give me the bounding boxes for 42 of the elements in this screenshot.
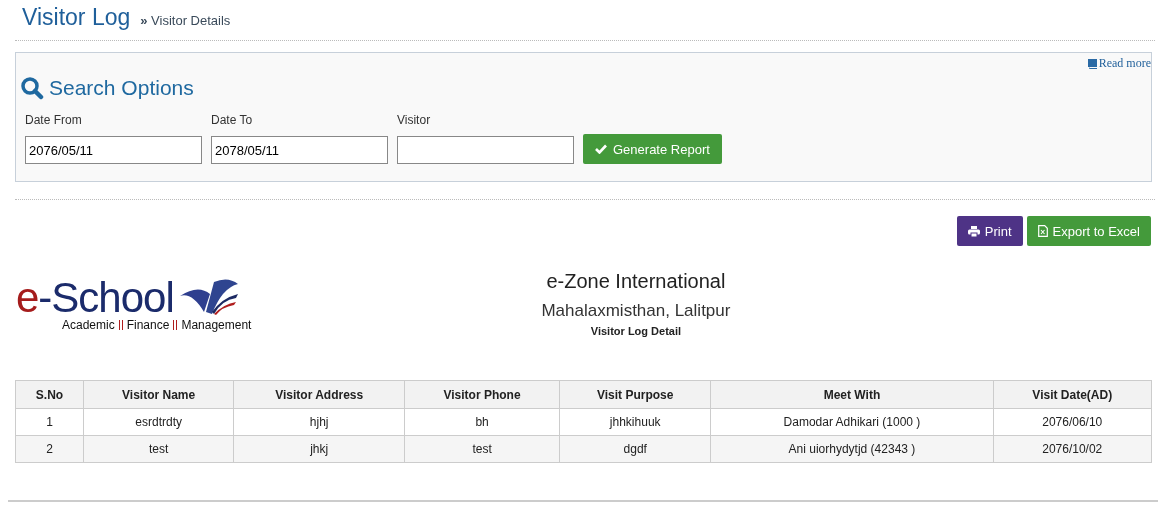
table-cell: 1 bbox=[15, 408, 84, 436]
column-header: Meet With bbox=[710, 380, 993, 409]
column-header: Visitor Address bbox=[233, 380, 405, 409]
export-to-excel-button[interactable]: Export to Excel bbox=[1026, 216, 1151, 246]
generate-report-button[interactable]: Generate Report bbox=[583, 134, 722, 164]
table-cell: esrdtrdty bbox=[83, 408, 234, 436]
table-cell: 2076/10/02 bbox=[993, 435, 1152, 463]
page-title: Visitor Log bbox=[22, 4, 131, 31]
column-header: S.No bbox=[15, 380, 84, 409]
column-header: Visitor Name bbox=[83, 380, 234, 409]
table-cell: dgdf bbox=[559, 435, 711, 463]
input-field[interactable]: 2076/05/11 bbox=[25, 136, 202, 164]
print-button[interactable]: Print bbox=[956, 216, 1023, 246]
breadcrumb: » Visitor Details bbox=[140, 13, 231, 28]
table-cell: Damodar Adhikari (1000 ) bbox=[710, 408, 993, 436]
table-cell: Ani uiorhydytjd (42343 ) bbox=[710, 435, 993, 463]
table-cell: 2076/06/10 bbox=[993, 408, 1152, 436]
table-cell: 2 bbox=[15, 435, 84, 463]
column-header: Visit Purpose bbox=[559, 380, 711, 409]
report-title: Visitor Log Detail bbox=[590, 325, 682, 337]
search-icon bbox=[20, 76, 44, 100]
read-more-link[interactable]: Read more bbox=[1086, 55, 1151, 71]
search-options-heading: Search Options bbox=[49, 76, 194, 100]
printer-icon bbox=[967, 225, 980, 237]
table-cell: test bbox=[404, 435, 560, 463]
field-label: Date To bbox=[211, 113, 254, 127]
table-cell: test bbox=[83, 435, 234, 463]
organization-name: e-Zone International bbox=[546, 270, 726, 293]
column-header: Visitor Phone bbox=[404, 380, 560, 409]
field-label: Visitor bbox=[397, 113, 432, 127]
school-logo: e-School Academic Finance Management bbox=[16, 274, 252, 332]
checkmark-icon bbox=[595, 144, 607, 154]
column-header: Visit Date(AD) bbox=[993, 380, 1152, 409]
table-cell: jhkj bbox=[233, 435, 405, 463]
table-cell: hjhj bbox=[233, 408, 405, 436]
organization-address: Mahalaxmisthan, Lalitpur bbox=[541, 301, 731, 321]
spreadsheet-file-icon bbox=[1037, 225, 1048, 237]
input-field[interactable]: 2078/05/11 bbox=[211, 136, 388, 164]
table-cell: bh bbox=[404, 408, 560, 436]
field-label: Date From bbox=[25, 113, 83, 127]
table-cell: jhhkihuuk bbox=[559, 408, 711, 436]
input-field[interactable] bbox=[397, 136, 574, 164]
